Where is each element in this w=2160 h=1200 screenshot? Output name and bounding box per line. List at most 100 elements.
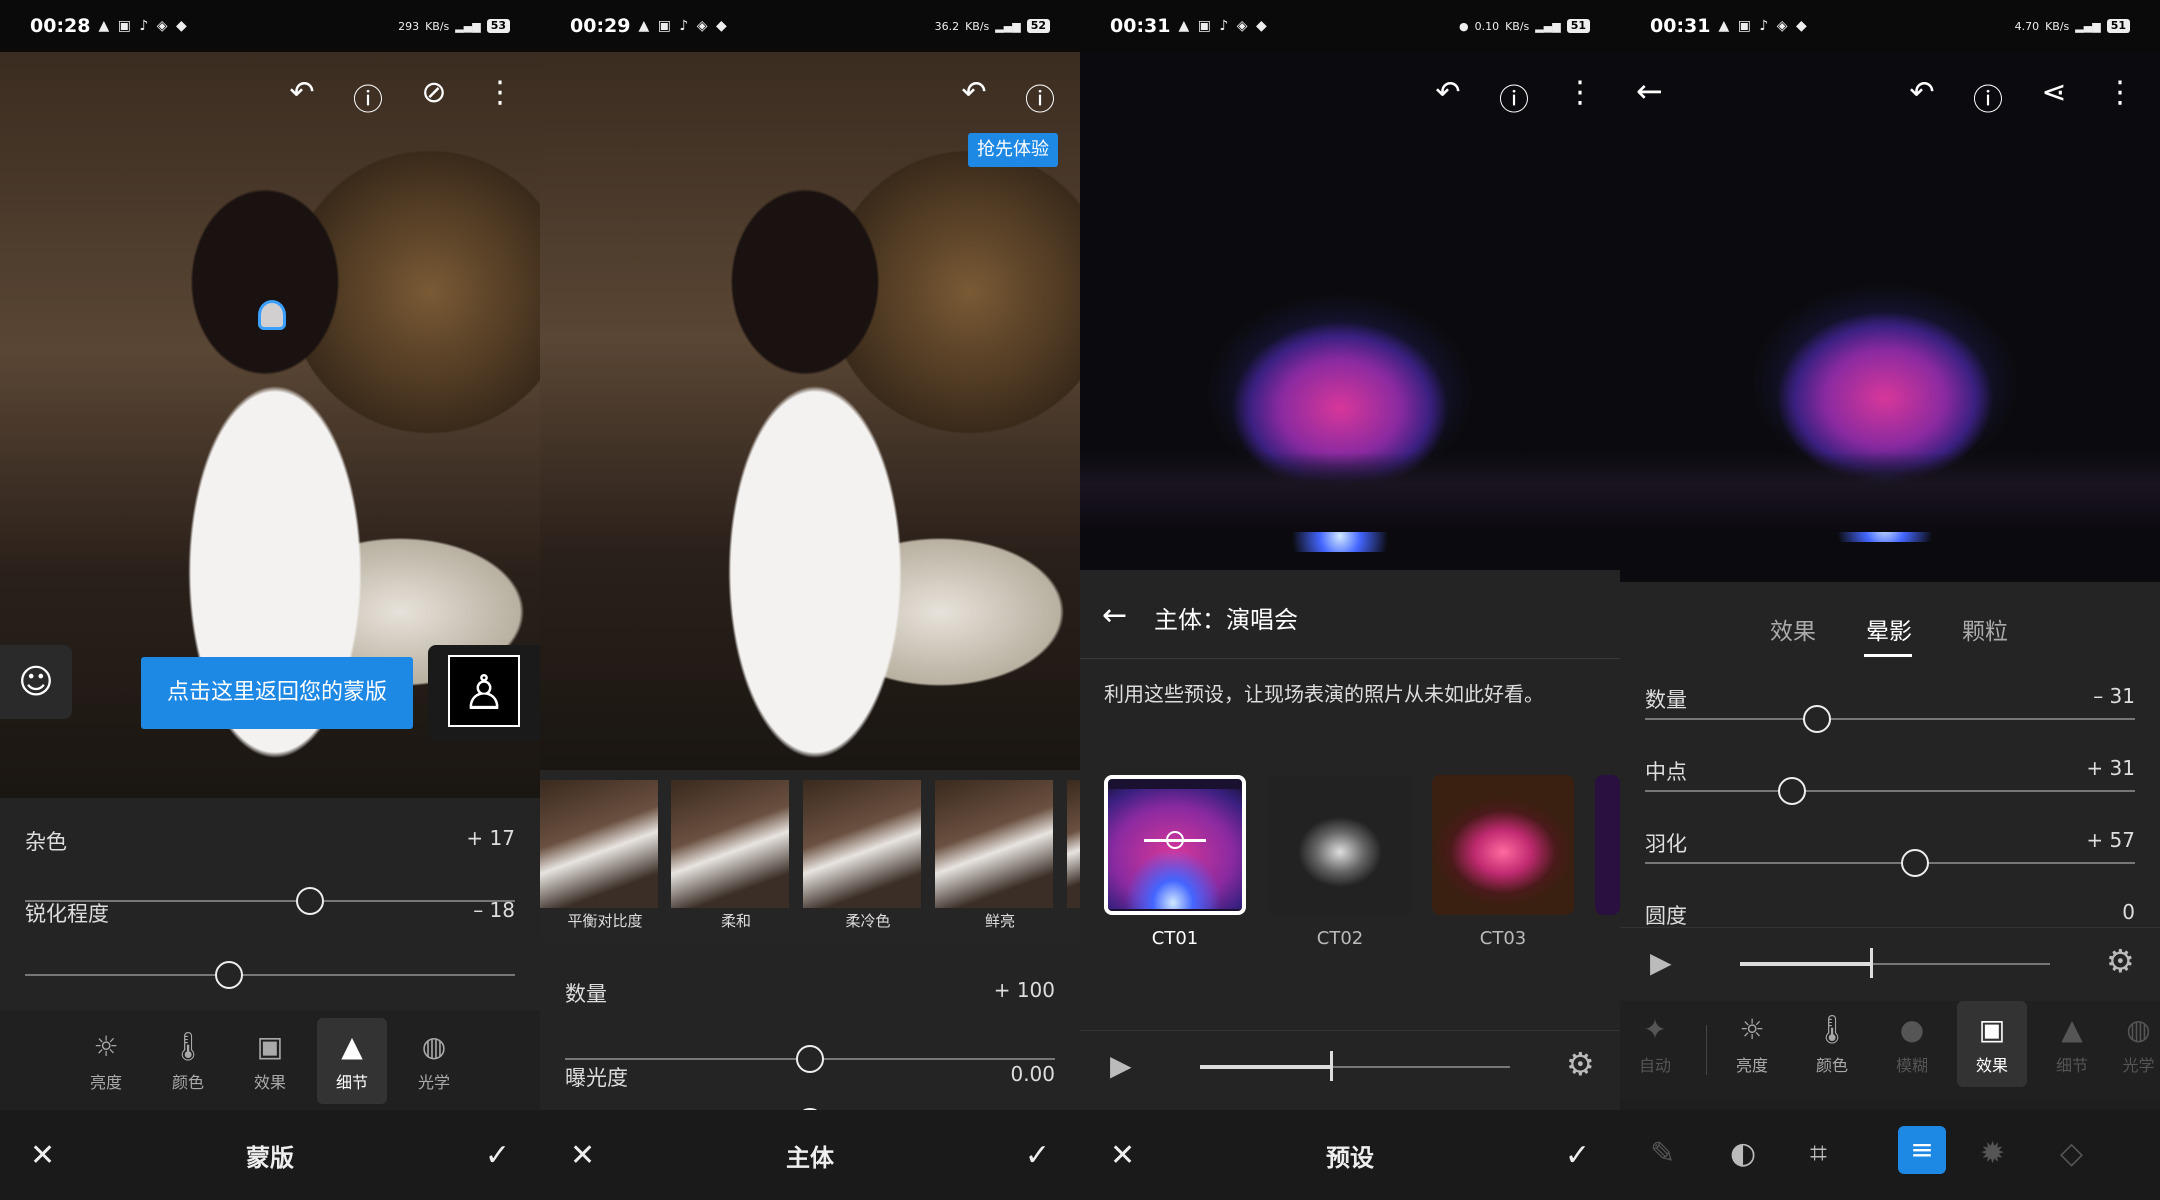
preset-thumb-ct03[interactable] [1432, 775, 1574, 915]
slider-amount: 数量 – 31 [1645, 684, 2135, 733]
healing-icon[interactable]: ✹ [1980, 1136, 2005, 1171]
page-title: 主体 [786, 1143, 834, 1172]
tool-effects[interactable]: ▣ 效果 [235, 1018, 305, 1104]
eraser-icon[interactable]: ◇ [2060, 1136, 2083, 1171]
tool-detail[interactable]: ▲ 细节 [2037, 1001, 2107, 1087]
undo-icon[interactable]: ↶ [1428, 75, 1468, 119]
vignette-icon: ▣ [1978, 1012, 2006, 1046]
undo-icon[interactable]: ↶ [954, 75, 994, 119]
crop-icon[interactable]: ⌗ [1810, 1136, 1827, 1171]
tool-color[interactable]: 🌡 颜色 [1797, 1001, 1867, 1087]
slider-sharpness: 锐化程度 – 18 [25, 898, 515, 989]
preset-label: CT01 [1151, 928, 1199, 949]
playback-handle[interactable] [1870, 948, 1873, 978]
tab-vignette[interactable]: 晕影 [1866, 612, 1912, 646]
close-icon[interactable]: ✕ [30, 1138, 55, 1173]
mode-bar: ✎ ◐ ⌗ ≡ ✹ ◇ [1620, 1110, 2160, 1200]
slider-knob[interactable] [1901, 849, 1929, 877]
help-icon[interactable]: ⓘ [348, 75, 388, 119]
tab-effects[interactable]: 效果 [1770, 612, 1816, 646]
preset-thumb[interactable] [671, 780, 789, 908]
photo-preview[interactable] [1080, 52, 1620, 570]
undo-icon[interactable]: ↶ [282, 75, 322, 119]
play-icon[interactable]: ▶ [1650, 946, 1672, 979]
tool-label: 亮度 [1735, 1055, 1768, 1075]
undo-icon[interactable]: ↶ [1902, 75, 1942, 119]
slider-track[interactable] [1645, 862, 2135, 864]
slider-knob[interactable] [1803, 705, 1831, 733]
close-icon[interactable]: ✕ [1110, 1138, 1135, 1173]
help-icon[interactable]: ⓘ [1968, 75, 2008, 119]
presets-icon[interactable]: ◐ [1730, 1136, 1756, 1171]
check-icon[interactable]: ✓ [1565, 1138, 1590, 1173]
tool-brightness[interactable]: ☼ 亮度 [1717, 1001, 1787, 1087]
preset-thumb[interactable] [803, 780, 921, 908]
back-arrow-icon[interactable]: ← [1102, 598, 1127, 633]
mask-off-icon[interactable]: ⊘ [414, 75, 454, 119]
preset-thumb[interactable] [1067, 780, 1080, 908]
tool-auto[interactable]: ✦ 自动 [1620, 1001, 1690, 1087]
gear-icon[interactable]: ⚙ [1566, 1045, 1595, 1083]
tool-brightness[interactable]: ☼ 亮度 [71, 1018, 141, 1104]
help-icon[interactable]: ⓘ [1494, 75, 1534, 119]
more-icon[interactable]: ⋮ [2100, 75, 2140, 119]
playback-fill [1740, 962, 1870, 966]
more-icon[interactable]: ⋮ [1560, 75, 1600, 119]
help-icon[interactable]: ⓘ [1020, 75, 1060, 119]
preset-label: 鲜亮 [984, 912, 1015, 930]
tool-effects[interactable]: ▣ 效果 [1957, 1001, 2027, 1087]
lens-icon: ◍ [421, 1029, 447, 1063]
preset-thumb-next[interactable] [1595, 775, 1620, 915]
status-bar: 00:31 ▲ ▣ ♪ ◈ ◆ ● 0.10 KB/s ▂▄▆ 51 [1080, 0, 1620, 52]
more-icon[interactable]: ⋮ [480, 75, 520, 119]
silhouette-icon: ♙ [448, 655, 520, 727]
playback-handle[interactable] [1330, 1051, 1333, 1081]
preset-thumb[interactable] [540, 780, 658, 908]
check-icon[interactable]: ✓ [485, 1138, 510, 1173]
divider [1706, 1025, 1707, 1075]
slider-track[interactable] [1645, 718, 2135, 720]
tool-detail[interactable]: ▲ 细节 [317, 1018, 387, 1104]
slider-midpoint: 中点 + 31 [1645, 756, 2135, 805]
tool-optics[interactable]: ◍ 光学 [2117, 1001, 2160, 1087]
tool-label: 光学 [417, 1072, 450, 1092]
share-icon[interactable]: ⋖ [2034, 75, 2074, 119]
tool-blur[interactable]: ● 模糊 [1877, 1001, 1947, 1087]
check-icon[interactable]: ✓ [1025, 1138, 1050, 1173]
status-notification-icons: ▲ ▣ ♪ ◈ ◆ [1178, 18, 1269, 34]
masks-panel-button[interactable]: ☺ [0, 645, 72, 719]
gear-icon[interactable]: ⚙ [2106, 942, 2135, 980]
edit-mode-button[interactable]: ≡ [1898, 1126, 1946, 1174]
city-skyline [1620, 452, 2160, 532]
close-icon[interactable]: ✕ [570, 1138, 595, 1173]
tab-grain[interactable]: 颗粒 [1962, 612, 2008, 646]
status-time: 00:31 [1650, 15, 1711, 37]
slider-track[interactable] [1645, 790, 2135, 792]
net-speed: 4.70 [2014, 19, 2040, 33]
tool-color[interactable]: 🌡 颜色 [153, 1018, 223, 1104]
net-speed-unit: KB/s [425, 19, 450, 33]
magic-wand-icon[interactable]: ✎ [1650, 1136, 1675, 1171]
preset-thumb[interactable] [935, 780, 1053, 908]
return-to-mask-tip[interactable]: 点击这里返回您的蒙版 [141, 657, 413, 729]
slider-knob[interactable] [215, 961, 243, 989]
slider-roundness: 圆度 0 [1645, 900, 2135, 930]
play-icon[interactable]: ▶ [1110, 1049, 1132, 1082]
slider-track[interactable] [25, 974, 515, 976]
slider-value: – 18 [473, 898, 515, 922]
lens-icon: ◍ [2126, 1012, 2151, 1046]
preset-label: 柔和 [720, 912, 751, 930]
tool-label: 效果 [253, 1072, 286, 1092]
panel-presets: 00:31 ▲ ▣ ♪ ◈ ◆ ● 0.10 KB/s ▂▄▆ 51 ↶ ⓘ ⋮… [1080, 0, 1620, 1200]
tool-optics[interactable]: ◍ 光学 [399, 1018, 469, 1104]
playback-bar: ▶ ⚙ [1620, 927, 2160, 1001]
preset-thumb-ct01[interactable] [1104, 775, 1246, 915]
back-arrow-icon[interactable]: ← [1636, 72, 1663, 110]
photo-preview[interactable] [1620, 52, 2160, 582]
preset-thumb-ct02[interactable] [1269, 775, 1411, 915]
slider-knob[interactable] [1778, 777, 1806, 805]
early-access-badge[interactable]: 抢先体验 [968, 133, 1058, 167]
mask-thumbnail[interactable]: ♙ [428, 645, 540, 741]
preset-label: 平衡对比度 [567, 912, 643, 930]
mask-person-icon[interactable] [258, 300, 286, 330]
